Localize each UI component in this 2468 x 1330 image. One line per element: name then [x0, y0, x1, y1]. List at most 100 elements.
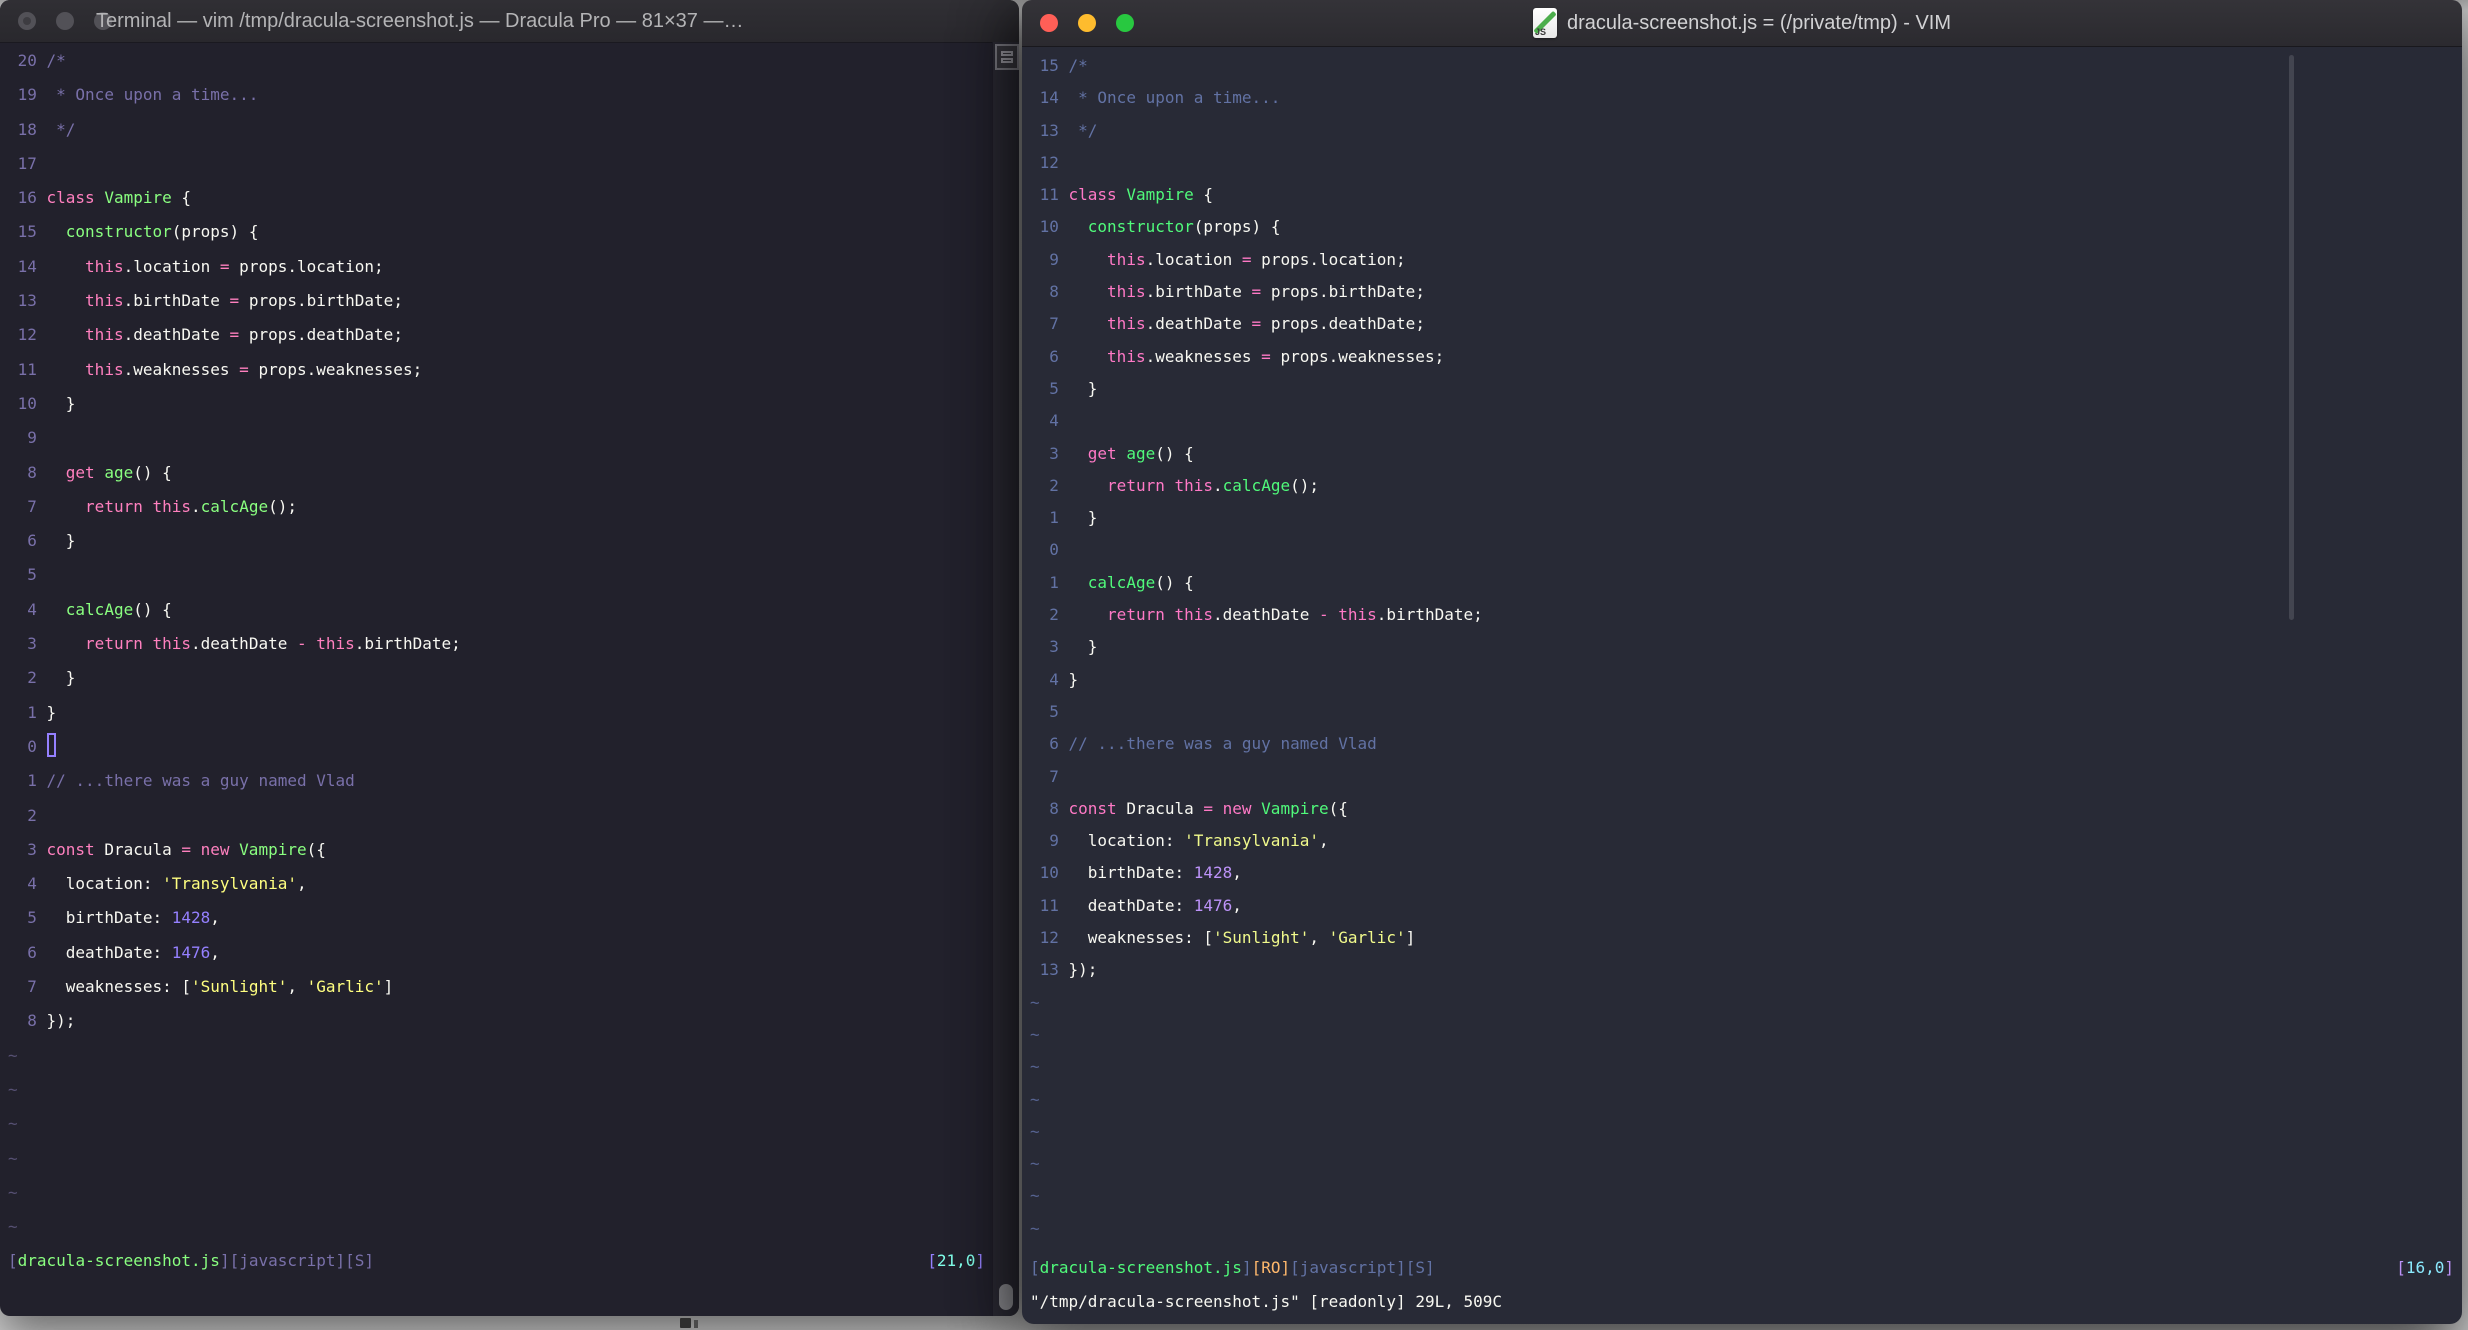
code-token: {	[171, 188, 192, 208]
code-token: return this	[1107, 475, 1214, 495]
split-pane-icon[interactable]	[995, 44, 1019, 70]
line-number: 3	[1049, 637, 1059, 657]
empty-line-tilde: ~	[8, 1114, 18, 1134]
code-token: get	[65, 462, 105, 482]
line-number: 8	[27, 1011, 37, 1031]
code-token: this	[85, 291, 124, 311]
code-token: const	[46, 839, 105, 859]
macvim-scrollbar-thumb[interactable]	[2289, 55, 2294, 620]
line-number: 4	[1049, 669, 1059, 689]
code-token: = new	[1203, 798, 1262, 818]
text-segment: dracula-screenshot.js	[1039, 1257, 1242, 1277]
empty-line-tilde: ~	[1030, 1057, 1040, 1077]
line-number: 9	[1049, 831, 1059, 851]
code-row: 2	[8, 799, 989, 833]
line-number: 3	[27, 634, 37, 654]
code-token: ,	[296, 874, 307, 894]
terminal-window: Terminal — vim /tmp/dracula-screenshot.j…	[0, 0, 1019, 1316]
code-token: /*	[1068, 56, 1088, 75]
code-token: =	[1241, 249, 1252, 269]
code-row: 11 deathDate: 1476,	[1030, 890, 2454, 922]
code-token: location:	[46, 874, 163, 894]
line-number: 13	[1039, 960, 1059, 980]
text-segment: 21,0	[936, 1250, 976, 1270]
code-token: ]	[383, 977, 394, 997]
code-row: 7 return this.calcAge();	[8, 490, 989, 524]
code-row: 4	[1030, 405, 2454, 437]
code-row: 9 location: 'Transylvania',	[1030, 825, 2454, 857]
code-token: .	[1213, 475, 1223, 495]
empty-line-tilde: ~	[1030, 992, 1040, 1012]
line-number: 8	[27, 462, 37, 482]
line-number: 11	[1039, 895, 1059, 915]
code-token: props.weaknesses;	[1270, 346, 1445, 366]
code-token: }	[46, 393, 76, 413]
line-number: 13	[17, 291, 37, 311]
text-segment: ]	[2444, 1257, 2454, 1277]
line-number: 1	[27, 702, 37, 722]
close-button[interactable]	[18, 12, 36, 30]
minimize-button[interactable]	[56, 12, 74, 30]
scrollbar-thumb[interactable]	[999, 1284, 1013, 1310]
code-token: this	[1107, 282, 1146, 302]
code-token: calcAge	[1087, 572, 1156, 592]
code-token: calcAge	[200, 496, 269, 516]
code-row: 3 }	[1030, 631, 2454, 663]
code-token: birthDate:	[46, 908, 172, 928]
vim-buffer[interactable]: 20/* 19 * Once upon a time... 18 */17 16 cla…	[8, 44, 989, 1244]
code-token: }	[1068, 378, 1098, 398]
text-segment: ]	[1241, 1257, 1252, 1277]
code-row: 12 weaknesses: ['Sunlight', 'Garlic']	[1030, 922, 2454, 954]
code-token: props.deathDate;	[239, 325, 403, 345]
code-token: props.location;	[1251, 249, 1406, 269]
code-row: 12 this.deathDate = props.deathDate;	[8, 318, 989, 352]
code-row: 7 this.deathDate = props.deathDate;	[1030, 308, 2454, 340]
code-row: 5 birthDate: 1428,	[8, 901, 989, 935]
terminal-titlebar[interactable]: Terminal — vim /tmp/dracula-screenshot.j…	[0, 0, 1019, 43]
vim-ruler: [16,0]	[2396, 1252, 2454, 1284]
line-number: 5	[1049, 701, 1059, 721]
code-row: 12	[1030, 147, 2454, 179]
code-row: 13 */	[1030, 115, 2454, 147]
empty-line-tilde: ~	[1030, 1121, 1040, 1141]
code-row: 6 deathDate: 1476,	[8, 936, 989, 970]
js-file-icon[interactable]: JS	[1532, 8, 1557, 38]
code-row: 14 * Once upon a time...	[1030, 82, 2454, 114]
vim-buffer[interactable]: 15/* 14 * Once upon a time... 13 */12 11 cla…	[1030, 50, 2454, 1245]
line-number: 9	[1049, 249, 1059, 269]
code-token: ,	[1309, 928, 1329, 948]
line-number: 4	[1049, 411, 1059, 431]
code-row: 5 }	[1030, 373, 2454, 405]
code-token: 'Transylvania'	[162, 874, 297, 894]
code-token: .weaknesses	[123, 359, 240, 379]
code-row: 16 class Vampire {	[8, 181, 989, 215]
code-token: ,	[1232, 863, 1242, 883]
line-number: 7	[27, 496, 37, 516]
code-token: ,	[1318, 831, 1329, 851]
line-number: 8	[1049, 282, 1059, 302]
line-number: 7	[27, 977, 37, 997]
code-token: this	[1107, 249, 1146, 269]
code-token: this	[1338, 605, 1377, 625]
code-token: }	[1068, 669, 1079, 689]
code-token: ({	[306, 839, 326, 859]
code-token: -	[296, 634, 307, 654]
code-token: age	[104, 462, 134, 482]
code-token: .weaknesses	[1145, 346, 1262, 366]
macvim-window: JS dracula-screenshot.js = (/private/tmp…	[1022, 0, 2462, 1324]
line-number: 2	[27, 805, 37, 825]
text-segment: ][javascript][S]	[219, 1250, 375, 1270]
terminal-scrollbar[interactable]	[992, 42, 1019, 1316]
code-token: }	[46, 702, 57, 722]
line-number: 12	[17, 325, 37, 345]
line-number: 18	[17, 119, 37, 139]
code-token: ({	[1328, 798, 1348, 818]
code-token: */	[1068, 120, 1098, 140]
macvim-titlebar[interactable]: JS dracula-screenshot.js = (/private/tmp…	[1022, 0, 2462, 47]
